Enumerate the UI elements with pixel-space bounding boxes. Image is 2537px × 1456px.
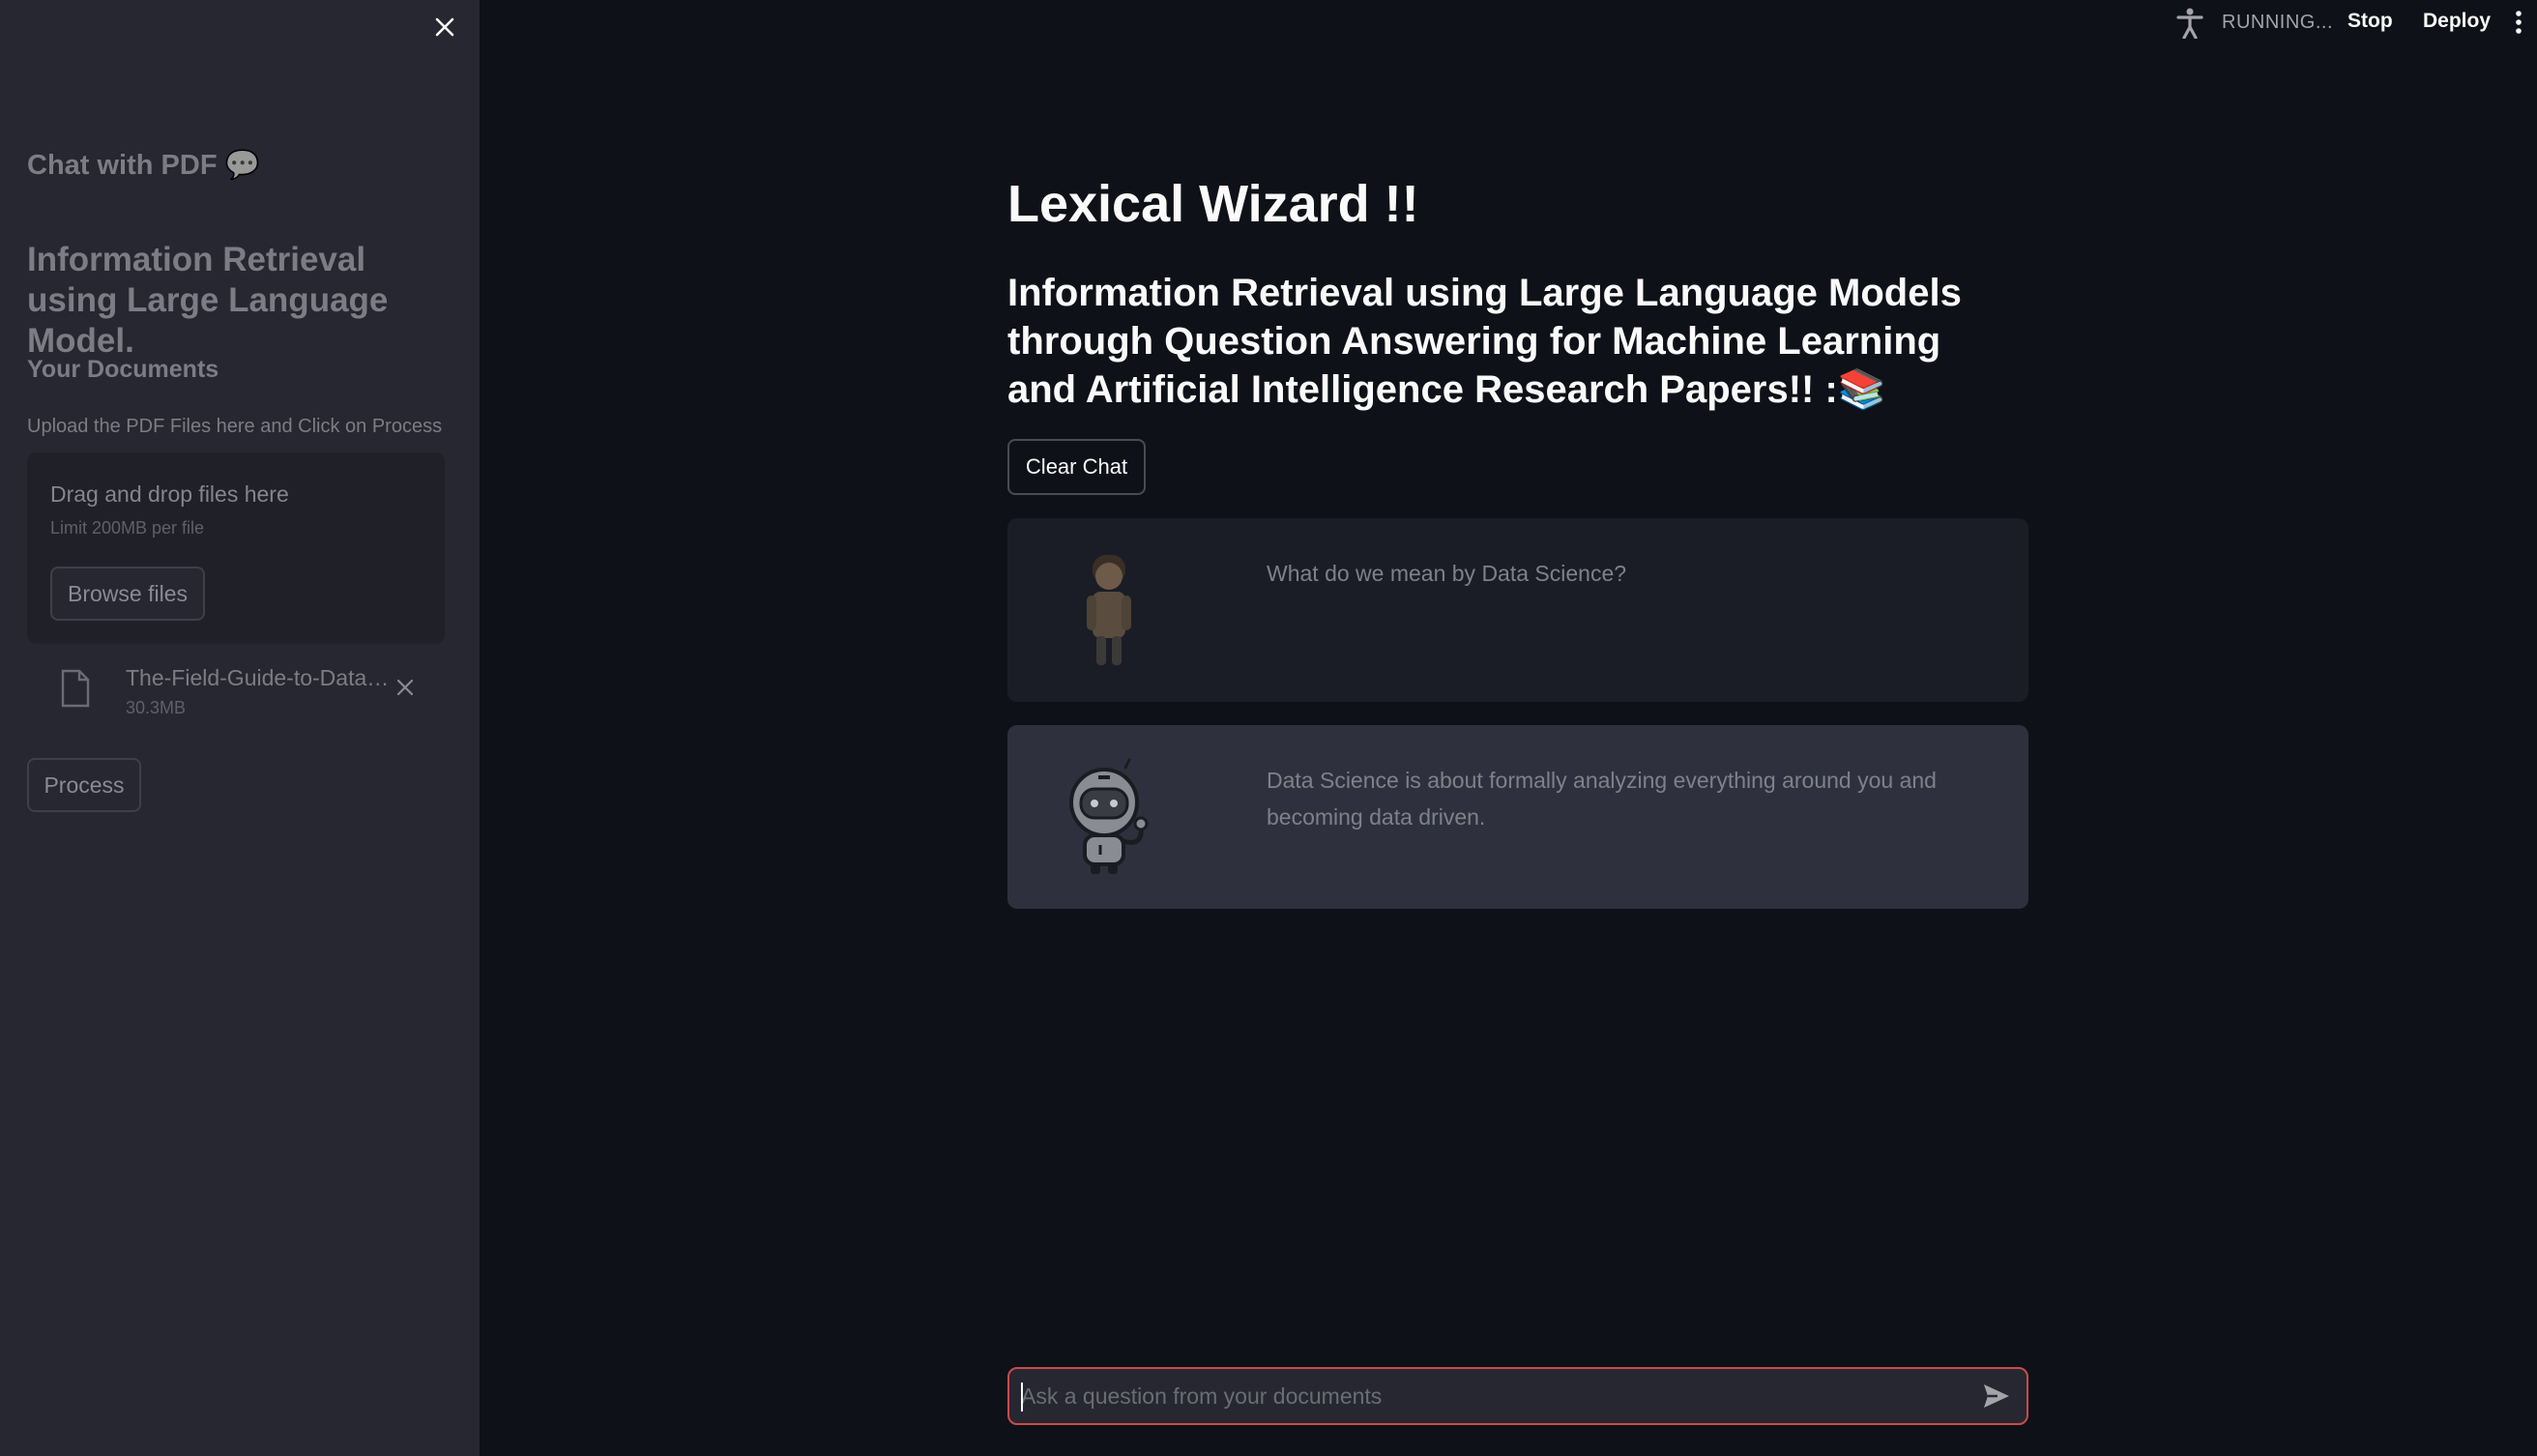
deploy-button[interactable]: Deploy	[2423, 10, 2491, 33]
user-avatar-icon	[1087, 555, 1131, 665]
chat-input[interactable]	[1021, 1369, 1949, 1423]
app-root: Chat with PDF 💬 Information Retrieval us…	[0, 0, 2537, 1456]
more-options-icon[interactable]	[2514, 10, 2523, 35]
upload-label: Upload the PDF Files here and Click on P…	[27, 416, 443, 437]
page-subtitle: Information Retrieval using Large Langua…	[1007, 272, 1962, 411]
running-man-icon	[2176, 8, 2203, 39]
process-button[interactable]: Process	[27, 758, 141, 812]
file-size: 30.3MB	[126, 698, 187, 717]
message-text: What do we mean by Data Science?	[1267, 561, 1627, 586]
clear-chat-button[interactable]: Clear Chat	[1007, 439, 1146, 495]
dropzone-limit: Limit 200MB per file	[50, 518, 205, 538]
stop-button[interactable]: Stop	[2347, 10, 2393, 33]
file-name: The-Field-Guide-to-Data-Science.pdf	[126, 665, 393, 690]
browse-files-button[interactable]: Browse files	[50, 567, 205, 621]
file-dropzone[interactable]: Drag and drop files here Limit 200MB per…	[27, 452, 445, 644]
sidebar-title: Chat with PDF 💬	[27, 149, 260, 182]
message-text: Data Science is about formally analyzing…	[1267, 768, 1937, 830]
chat-input-container	[1007, 1367, 2028, 1425]
sidebar-subtitle: Information Retrieval using Large Langua…	[27, 241, 389, 360]
robot-avatar-icon	[1069, 758, 1149, 874]
send-icon[interactable]	[1982, 1383, 2011, 1410]
dropzone-title: Drag and drop files here	[50, 481, 289, 507]
user-message: What do we mean by Data Science?	[1007, 518, 2028, 702]
remove-file-icon[interactable]	[396, 679, 414, 696]
running-status: RUNNING...	[2222, 12, 2333, 33]
sidebar-close-button[interactable]	[429, 10, 460, 44]
documents-heading: Your Documents	[27, 356, 219, 383]
file-icon	[61, 669, 90, 708]
sidebar-title-text: Chat with PDF	[27, 149, 218, 181]
sidebar: Chat with PDF 💬 Information Retrieval us…	[0, 0, 480, 1456]
speech-bubble-icon: 💬	[224, 150, 260, 181]
assistant-message: Data Science is about formally analyzing…	[1007, 725, 2028, 909]
page-title: Lexical Wizard !!	[1007, 175, 1419, 233]
uploaded-file-item: The-Field-Guide-to-Data-Science.pdf 30.3…	[27, 657, 445, 725]
close-icon	[435, 17, 454, 37]
text-caret	[1021, 1383, 1023, 1412]
